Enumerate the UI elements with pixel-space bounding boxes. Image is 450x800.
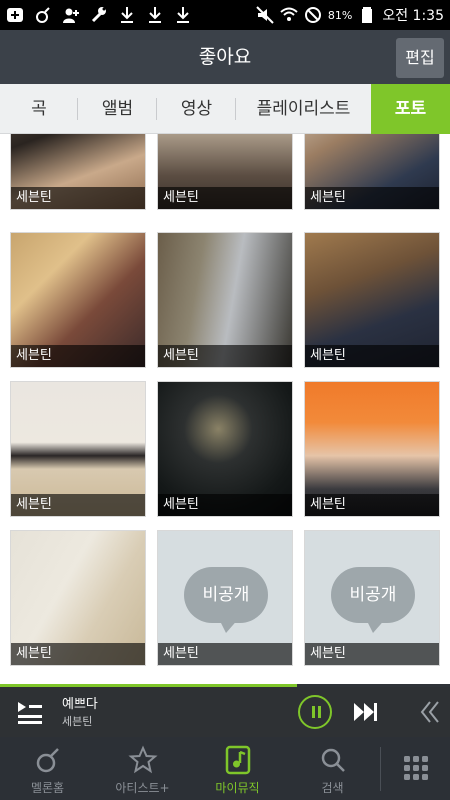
nav-label: 검색 (321, 781, 344, 795)
pause-button[interactable] (298, 695, 332, 729)
page-title: 좋아요 (198, 46, 252, 68)
tab-songs[interactable]: 곡 (0, 84, 78, 134)
photo-item[interactable]: 세븐틴 (10, 134, 146, 210)
status-bar: 81% 오전 1:35 (0, 0, 450, 30)
mini-player: 예쁘다 세븐틴 (0, 687, 450, 737)
melon-home-icon (36, 748, 59, 773)
photo-caption: 세븐틴 (11, 643, 145, 665)
download-icon (118, 6, 136, 24)
private-badge: 비공개 (184, 567, 268, 623)
collapse-player-icon[interactable] (418, 699, 442, 725)
photo-caption: 세븐틴 (158, 494, 292, 516)
photo-caption: 세븐틴 (305, 187, 439, 209)
grid-menu-icon (404, 756, 428, 780)
song-title[interactable]: 예쁘다 (62, 693, 98, 712)
person-add-icon (62, 6, 80, 24)
photo-caption: 세븐틴 (11, 345, 145, 367)
photo-item[interactable]: 세븐틴 (304, 381, 440, 517)
photo-item-private[interactable]: 비공개 세븐틴 (157, 530, 293, 666)
photo-caption: 세븐틴 (11, 494, 145, 516)
photo-caption: 세븐틴 (158, 345, 292, 367)
nav-search[interactable]: 검색 (285, 737, 380, 800)
photo-item[interactable]: 세븐틴 (157, 134, 293, 210)
photo-item[interactable]: 세븐틴 (304, 134, 440, 210)
speech-bubble-tail-icon (218, 617, 240, 633)
photo-item-private[interactable]: 비공개 세븐틴 (304, 530, 440, 666)
photo-item[interactable]: 세븐틴 (304, 232, 440, 368)
photo-caption: 세븐틴 (305, 643, 439, 665)
nav-artist-plus[interactable]: 아티스트+ (95, 737, 190, 800)
photo-item[interactable]: 세븐틴 (10, 232, 146, 368)
nav-label: 아티스트+ (115, 781, 170, 795)
no-signal-icon (304, 6, 322, 24)
wifi-icon (280, 6, 298, 24)
photo-item[interactable]: 세븐틴 (10, 381, 146, 517)
photo-caption: 세븐틴 (11, 187, 145, 209)
nav-label: 멜론홈 (30, 781, 65, 795)
category-tabs: 곡 앨범 영상 플레이리스트 포토 (0, 84, 450, 134)
star-icon (127, 745, 158, 774)
private-badge: 비공개 (331, 567, 415, 623)
melon-notification-icon (34, 6, 52, 24)
search-icon (321, 748, 345, 772)
photo-caption: 세븐틴 (158, 187, 292, 209)
photo-caption: 세븐틴 (158, 643, 292, 665)
header: 좋아요 편집 (0, 30, 450, 84)
playlist-icon[interactable] (16, 699, 44, 725)
mute-icon (256, 6, 274, 24)
photo-caption: 세븐틴 (305, 345, 439, 367)
battery-icon (358, 6, 376, 24)
add-notification-icon (6, 6, 24, 24)
photo-item[interactable]: 세븐틴 (157, 381, 293, 517)
edit-button[interactable]: 편집 (396, 38, 444, 78)
download-icon (174, 6, 192, 24)
photo-caption: 세븐틴 (305, 494, 439, 516)
bottom-navigation: 멜론홈 아티스트+ 마이뮤직 검색 (0, 737, 450, 800)
speech-bubble-tail-icon (365, 617, 387, 633)
photo-item[interactable]: 세븐틴 (157, 232, 293, 368)
clock: 오전 1:35 (382, 8, 444, 24)
next-track-icon[interactable] (352, 701, 380, 723)
nav-my-music[interactable]: 마이뮤직 (190, 737, 285, 800)
tab-videos[interactable]: 영상 (157, 84, 236, 134)
photo-item[interactable]: 세븐틴 (10, 530, 146, 666)
nav-more[interactable] (381, 737, 450, 800)
wrench-icon (90, 6, 108, 24)
tab-albums[interactable]: 앨범 (78, 84, 157, 134)
photo-grid: 세븐틴 세븐틴 세븐틴 세븐틴 세븐틴 세븐틴 세븐틴 세븐틴 세븐틴 세븐틴 … (0, 134, 450, 684)
tab-photos[interactable]: 포토 (371, 84, 450, 134)
download-icon (146, 6, 164, 24)
nav-melon-home[interactable]: 멜론홈 (0, 737, 95, 800)
music-note-icon (225, 745, 250, 775)
tab-playlists[interactable]: 플레이리스트 (236, 84, 371, 134)
battery-percent: 81% (327, 8, 353, 22)
song-artist[interactable]: 세븐틴 (62, 713, 92, 729)
nav-label: 마이뮤직 (215, 781, 260, 795)
